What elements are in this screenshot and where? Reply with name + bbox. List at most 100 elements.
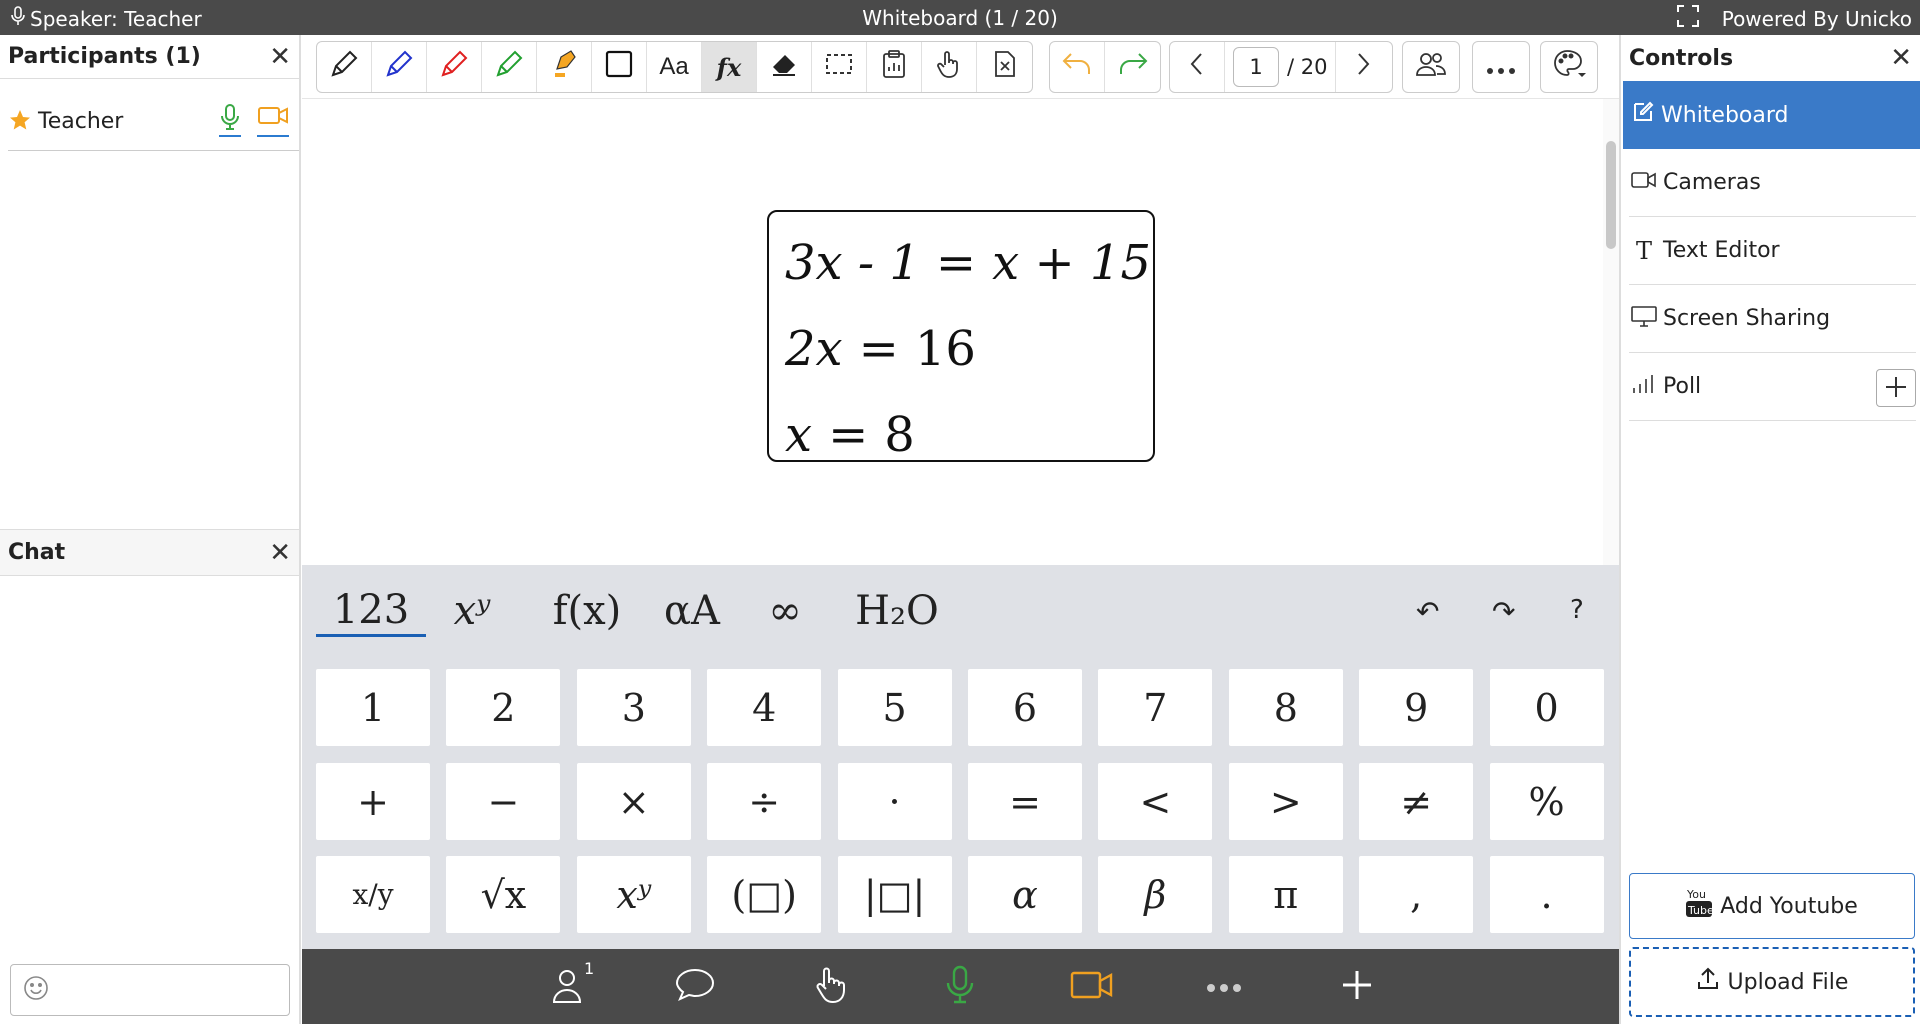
- pointer-hand-tool[interactable]: [922, 42, 977, 92]
- key-2[interactable]: 2: [446, 669, 561, 746]
- participant-row[interactable]: Teacher: [8, 93, 299, 151]
- key-parentheses[interactable]: (□): [707, 856, 822, 933]
- microphone-button[interactable]: [940, 965, 980, 1009]
- pencil-blue-tool[interactable]: [372, 42, 427, 92]
- add-poll-button[interactable]: [1876, 369, 1916, 407]
- formula-tool[interactable]: fx: [702, 42, 757, 92]
- key-less-than[interactable]: <: [1098, 763, 1213, 840]
- share-with-participants-button[interactable]: [1403, 42, 1458, 92]
- key-plus[interactable]: +: [316, 763, 430, 840]
- control-label: Whiteboard: [1661, 102, 1789, 128]
- microphone-icon: [945, 965, 975, 1009]
- monitor-icon: [1631, 305, 1657, 333]
- kb-tab-numbers[interactable]: 123: [316, 585, 426, 637]
- key-minus[interactable]: −: [446, 763, 561, 840]
- palette-tool-group: [1540, 41, 1598, 93]
- user-icon: [551, 966, 587, 1008]
- prev-page-button[interactable]: [1170, 42, 1225, 92]
- key-7[interactable]: 7: [1098, 669, 1213, 746]
- participant-mic-icon[interactable]: [219, 103, 241, 137]
- key-pi[interactable]: π: [1228, 856, 1343, 933]
- shape-tool[interactable]: [592, 42, 647, 92]
- key-6[interactable]: 6: [968, 669, 1082, 746]
- redo-button[interactable]: [1105, 42, 1160, 92]
- more-options-button[interactable]: [1473, 42, 1528, 92]
- key-dot[interactable]: ·: [837, 763, 952, 840]
- key-alpha[interactable]: α: [968, 856, 1082, 933]
- kb-help-icon[interactable]: ?: [1570, 595, 1584, 625]
- kb-undo-icon[interactable]: ↶: [1416, 595, 1439, 628]
- close-controls-icon[interactable]: ✕: [1890, 45, 1912, 71]
- controls-header: Controls ✕: [1621, 35, 1920, 81]
- next-page-button[interactable]: [1335, 42, 1390, 92]
- key-greater-than[interactable]: >: [1228, 763, 1343, 840]
- more-actions-button[interactable]: [1204, 965, 1244, 1009]
- key-equals[interactable]: =: [968, 763, 1082, 840]
- control-whiteboard[interactable]: Whiteboard: [1623, 81, 1920, 149]
- key-absolute[interactable]: |□|: [837, 856, 952, 933]
- add-youtube-button[interactable]: You Tube Add Youtube: [1629, 873, 1915, 939]
- control-poll[interactable]: Poll: [1629, 353, 1916, 421]
- eraser-tool[interactable]: [757, 42, 812, 92]
- key-not-equal[interactable]: ≠: [1359, 763, 1474, 840]
- add-button[interactable]: [1337, 965, 1377, 1009]
- color-palette-button[interactable]: [1541, 42, 1596, 92]
- camera-button[interactable]: [1069, 965, 1115, 1009]
- kb-tab-chemistry[interactable]: H₂O: [842, 585, 952, 637]
- key-percent[interactable]: %: [1489, 763, 1604, 840]
- participants-button[interactable]: 1: [542, 959, 596, 1009]
- fullscreen-icon[interactable]: [1676, 4, 1700, 33]
- pencil-black-tool[interactable]: [317, 42, 372, 92]
- pencil-red-tool[interactable]: [427, 42, 482, 92]
- kb-tab-symbols[interactable]: ∞: [752, 585, 818, 637]
- key-3[interactable]: 3: [576, 669, 691, 746]
- chat-button[interactable]: [672, 965, 718, 1009]
- control-cameras[interactable]: Cameras: [1629, 149, 1916, 217]
- key-8[interactable]: 8: [1228, 669, 1343, 746]
- kb-tab-functions[interactable]: f(x): [532, 585, 642, 637]
- plus-icon: [1341, 969, 1373, 1005]
- key-period[interactable]: .: [1489, 856, 1604, 933]
- key-divide[interactable]: ÷: [707, 763, 822, 840]
- emoji-icon[interactable]: [23, 975, 49, 1005]
- key-1[interactable]: 1: [316, 669, 430, 746]
- key-power[interactable]: xʸ: [576, 856, 691, 933]
- kb-redo-icon[interactable]: ↷: [1492, 595, 1515, 628]
- page-navigation: 1 / 20: [1169, 41, 1393, 93]
- close-chat-icon[interactable]: ✕: [269, 540, 291, 566]
- kb-tab-powers[interactable]: xʸ: [442, 585, 502, 637]
- participant-camera-icon[interactable]: [257, 103, 289, 137]
- kb-tab-greek[interactable]: αA: [652, 585, 732, 637]
- key-0[interactable]: 0: [1489, 669, 1604, 746]
- pencil-green-tool[interactable]: [482, 42, 537, 92]
- page-number-input[interactable]: 1: [1233, 47, 1279, 87]
- key-5[interactable]: 5: [837, 669, 952, 746]
- key-9[interactable]: 9: [1359, 669, 1474, 746]
- scrollbar-thumb[interactable]: [1606, 141, 1616, 249]
- whiteboard-canvas[interactable]: 3x - 1 = x + 15 2x = 16 x = 8: [302, 99, 1619, 565]
- key-fraction[interactable]: x/y: [316, 856, 430, 933]
- clear-page-tool[interactable]: [977, 42, 1032, 92]
- select-tool[interactable]: [812, 42, 867, 92]
- equals-sign: =: [935, 235, 977, 291]
- highlighter-tool[interactable]: [537, 42, 592, 92]
- control-screen-sharing[interactable]: Screen Sharing: [1629, 285, 1916, 353]
- raise-hand-button[interactable]: [807, 965, 853, 1009]
- marquee-select-icon: [824, 49, 854, 85]
- undo-button[interactable]: [1050, 42, 1105, 92]
- key-4[interactable]: 4: [707, 669, 822, 746]
- plus-icon: [1885, 371, 1907, 406]
- upload-file-button[interactable]: Upload File: [1629, 947, 1915, 1017]
- key-sqrt[interactable]: √x: [446, 856, 561, 933]
- key-beta[interactable]: β: [1098, 856, 1213, 933]
- key-comma[interactable]: ,: [1359, 856, 1474, 933]
- close-participants-icon[interactable]: ✕: [269, 44, 291, 70]
- control-text-editor[interactable]: T Text Editor: [1629, 217, 1916, 285]
- key-times[interactable]: ×: [576, 763, 691, 840]
- clipboard-tool[interactable]: [867, 42, 922, 92]
- equation-block[interactable]: 3x - 1 = x + 15 2x = 16 x = 8: [767, 210, 1155, 463]
- vertical-scrollbar[interactable]: [1603, 99, 1619, 565]
- powered-by-label: Powered By Unicko: [1721, 6, 1912, 31]
- chat-input[interactable]: [10, 964, 290, 1016]
- text-tool[interactable]: Aa: [647, 42, 702, 92]
